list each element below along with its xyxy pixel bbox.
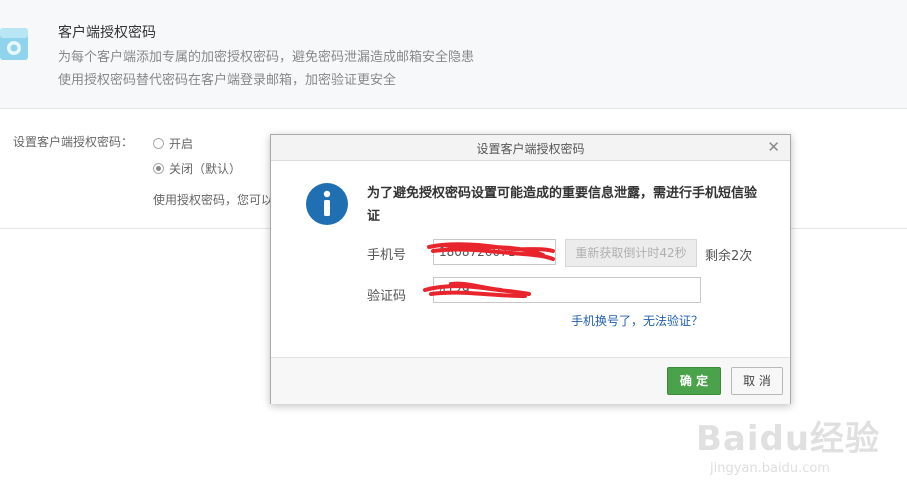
cancel-button[interactable]: 取 消 <box>731 367 783 395</box>
phone-input[interactable]: 1808726071 <box>433 239 556 265</box>
baidu-watermark: Baidu经验 jingyan.baidu.com <box>696 411 896 491</box>
setting-label: 设置客户端授权密码： <box>13 135 134 149</box>
section-description: 为每个客户端添加专属的加密授权密码，避免密码泄漏造成邮箱安全隐患 <box>58 50 475 65</box>
radio-option-on[interactable]: 开启 <box>153 135 193 152</box>
client-icon <box>0 22 30 64</box>
watermark-url: jingyan.baidu.com <box>710 461 830 476</box>
radio-label-off: 关闭（默认） <box>169 162 242 176</box>
remaining-attempts: 剩余2次 <box>705 249 753 264</box>
confirm-button[interactable]: 确 定 <box>667 367 721 395</box>
close-icon[interactable]: ✕ <box>767 138 780 156</box>
auth-password-section: 客户端授权密码 为每个客户端添加专属的加密授权密码，避免密码泄漏造成邮箱安全隐患… <box>0 0 907 109</box>
auth-password-dialog: 设置客户端授权密码 ✕ 为了避免授权密码设置可能造成的重要信息泄露，需进行手机短… <box>270 134 791 404</box>
phone-label: 手机号 <box>367 248 407 263</box>
radio-option-off[interactable]: 关闭（默认） <box>153 160 241 177</box>
phone-changed-link[interactable]: 手机换号了，无法验证？ <box>571 312 703 329</box>
resend-countdown-button[interactable]: 重新获取倒计时42秒 <box>565 239 697 267</box>
section-description-2: 使用授权密码替代密码在客户端登录邮箱，加密验证更安全 <box>58 73 397 88</box>
radio-circle-icon[interactable] <box>153 138 164 149</box>
info-icon <box>305 182 349 226</box>
dialog-header: 设置客户端授权密码 ✕ <box>271 135 790 161</box>
radio-checked-icon[interactable] <box>153 163 164 174</box>
verification-code-input[interactable]: 4129 <box>433 277 701 303</box>
section-title: 客户端授权密码 <box>58 25 156 41</box>
code-label: 验证码 <box>367 289 407 304</box>
watermark-brand: Baidu经验 <box>696 419 881 459</box>
setting-note: 使用授权密码，您可以 <box>153 193 274 207</box>
dialog-footer: 确 定 取 消 <box>271 357 790 404</box>
dialog-title: 设置客户端授权密码 <box>476 142 585 156</box>
radio-label-on: 开启 <box>169 137 194 151</box>
warning-text: 为了避免授权密码设置可能造成的重要信息泄露，需进行手机短信验证 <box>367 186 758 224</box>
